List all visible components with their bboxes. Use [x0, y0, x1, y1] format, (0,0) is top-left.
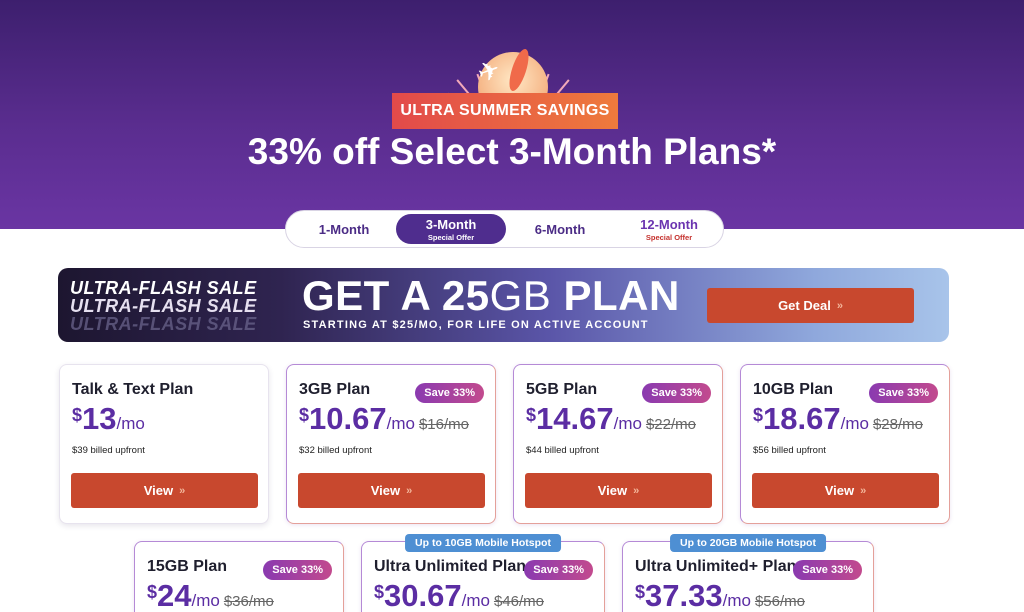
chevron-right-icon: »	[179, 484, 186, 497]
save-badge: Save 33%	[263, 560, 332, 580]
chevron-right-icon: »	[860, 484, 867, 497]
billed-upfront: $32 billed upfront	[299, 445, 372, 456]
save-badge: Save 33%	[415, 383, 484, 403]
tab-3-month[interactable]: 3-Month Special Offer	[396, 214, 506, 244]
plan-name: 3GB Plan	[299, 381, 371, 398]
plan-price: $18.67/mo $28/mo	[753, 401, 923, 436]
page-title: 33% off Select 3-Month Plans*	[247, 131, 777, 172]
chevron-right-icon: »	[836, 299, 843, 312]
plan-name: Talk & Text Plan	[72, 381, 194, 398]
plan-card-10gb: 10GB Plan Save 33% $18.67/mo $28/mo $56 b…	[740, 364, 950, 524]
tab-6-month[interactable]: 6-Month	[505, 214, 615, 244]
flash-sale-label-echo: ULTRA-FLASH SALE	[70, 314, 257, 334]
tab-label: 1-Month	[318, 221, 370, 237]
plan-price: $14.67/mo $22/mo	[526, 401, 696, 436]
plan-duration-tabs: 1-Month 3-Month Special Offer 6-Month 12…	[285, 210, 724, 248]
plan-card-15gb: 15GB Plan Save 33% $24/mo $36/mo	[134, 541, 344, 612]
view-plan-button[interactable]: View »	[298, 473, 485, 508]
old-price: $46/mo	[493, 593, 544, 610]
plan-price: $13/mo	[72, 401, 145, 436]
tab-label: 12-Month	[640, 216, 698, 232]
plan-name: Ultra Unlimited+ Plan	[635, 558, 797, 575]
plan-price: $37.33/mo $56/mo	[635, 578, 805, 612]
old-price: $28/mo	[872, 416, 923, 433]
plan-price: $10.67/mo $16/mo	[299, 401, 469, 436]
old-price: $56/mo	[754, 593, 805, 610]
view-plan-button[interactable]: View »	[525, 473, 712, 508]
save-badge: Save 33%	[793, 560, 862, 580]
plan-card-ultra-unlimited-plus: Up to 20GB Mobile Hotspot Ultra Unlimite…	[622, 534, 874, 612]
plan-name: 5GB Plan	[526, 381, 598, 398]
flash-sale-subtext: STARTING AT $25/MO, FOR LIFE ON ACTIVE A…	[303, 319, 649, 331]
promo-badge: ULTRA SUMMER SAVINGS	[392, 93, 618, 129]
plan-price: $24/mo $36/mo	[147, 578, 274, 612]
plan-card-ultra-unlimited: Up to 10GB Mobile Hotspot Ultra Unlimite…	[361, 534, 605, 612]
view-plan-button[interactable]: View »	[752, 473, 939, 508]
tab-label: 6-Month	[534, 221, 586, 237]
plan-price: $30.67/mo $46/mo	[374, 578, 544, 612]
plan-name: 10GB Plan	[753, 381, 834, 398]
tab-label: 3-Month	[425, 216, 477, 232]
billed-upfront: $44 billed upfront	[526, 445, 599, 456]
get-deal-button[interactable]: Get Deal »	[707, 288, 914, 323]
save-badge: Save 33%	[524, 560, 593, 580]
hotspot-badge: Up to 20GB Mobile Hotspot	[670, 534, 826, 552]
old-price: $16/mo	[418, 416, 469, 433]
old-price: $22/mo	[645, 416, 696, 433]
promo-hero: ✈ ULTRA SUMMER SAVINGS 33% off Select 3-…	[0, 0, 1024, 229]
chevron-right-icon: »	[633, 484, 640, 497]
plan-card-3gb: 3GB Plan Save 33% $10.67/mo $16/mo $32 bi…	[286, 364, 496, 524]
old-price: $36/mo	[223, 593, 274, 610]
tab-sublabel: Special Offer	[645, 232, 693, 242]
chevron-right-icon: »	[406, 484, 413, 497]
view-plan-button[interactable]: View »	[71, 473, 258, 508]
tab-sublabel: Special Offer	[427, 232, 475, 242]
flash-sale-headline: GET A 25GB PLAN	[302, 272, 680, 319]
flash-sale-banner: ULTRA-FLASH SALE ULTRA-FLASH SALE ULTRA-…	[58, 268, 949, 342]
billed-upfront: $56 billed upfront	[753, 445, 826, 456]
tab-1-month[interactable]: 1-Month	[289, 214, 399, 244]
plan-name: 15GB Plan	[147, 558, 228, 575]
billed-upfront: $39 billed upfront	[72, 445, 145, 456]
tab-12-month[interactable]: 12-Month Special Offer	[614, 214, 724, 244]
plan-name: Ultra Unlimited Plan	[374, 558, 527, 575]
plan-card-5gb: 5GB Plan Save 33% $14.67/mo $22/mo $44 bi…	[513, 364, 723, 524]
plan-card-talk-text: Talk & Text Plan $13/mo $39 billed upfro…	[59, 364, 269, 524]
save-badge: Save 33%	[869, 383, 938, 403]
hotspot-badge: Up to 10GB Mobile Hotspot	[405, 534, 561, 552]
save-badge: Save 33%	[642, 383, 711, 403]
